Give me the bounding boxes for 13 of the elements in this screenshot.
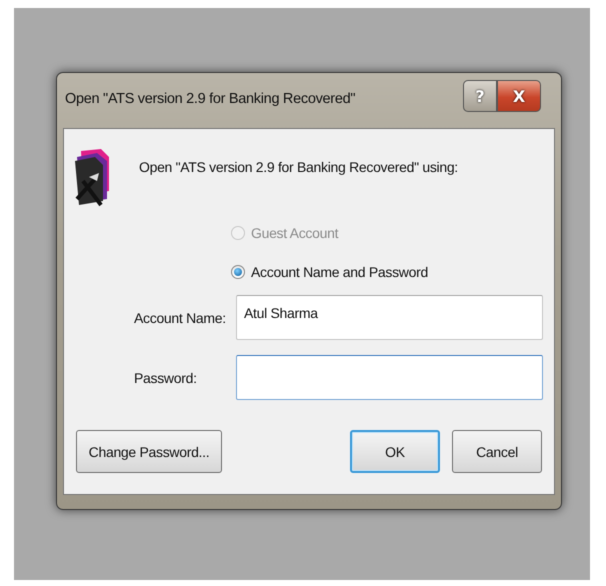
- field-label: Password:: [134, 370, 198, 386]
- prompt-text: Open "ATS version 2.9 for Banking Recovered" using:: [139, 159, 458, 175]
- window-title: Open "ATS version 2.9 for Banking Recovered": [65, 91, 356, 107]
- field-label: Account Name:: [134, 310, 227, 326]
- close-button[interactable]: X: [497, 80, 541, 112]
- radio-label: Account Name and Password: [251, 264, 428, 280]
- dialog-button[interactable]: Cancel: [452, 430, 542, 473]
- input-field[interactable]: [236, 355, 543, 400]
- dialog-button[interactable]: Change Password...: [76, 430, 222, 473]
- dialog-button[interactable]: OK: [350, 430, 440, 473]
- radio-label: Guest Account: [251, 225, 338, 241]
- radio-button[interactable]: [231, 265, 245, 279]
- input-field[interactable]: Atul Sharma: [236, 295, 543, 340]
